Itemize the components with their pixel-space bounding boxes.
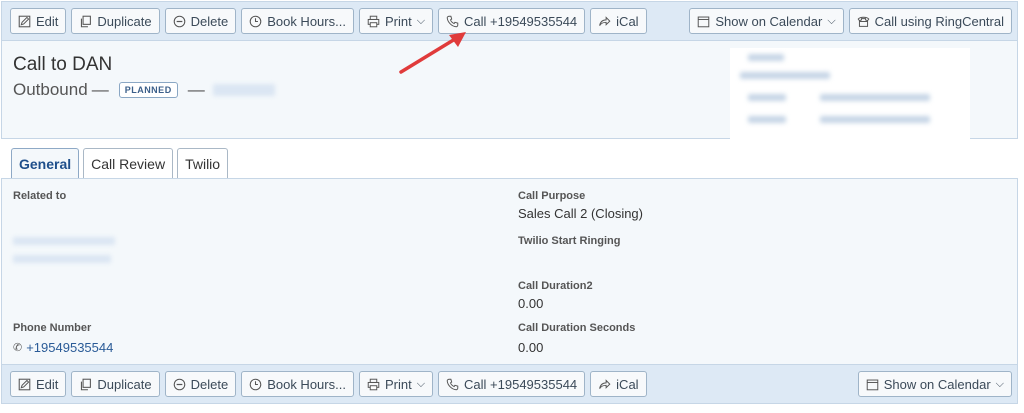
book-hours-button[interactable]: Book Hours... — [241, 371, 354, 397]
call-purpose-label: Call Purpose — [518, 190, 586, 202]
phone-number-link[interactable]: ✆ +19549535544 — [13, 340, 113, 355]
book-hours-label: Book Hours... — [267, 13, 346, 29]
redacted-info-panel — [730, 48, 970, 140]
ical-label: iCal — [616, 13, 639, 29]
related-to-label: Related to — [13, 190, 67, 202]
delete-label: Delete — [190, 13, 229, 29]
phone-icon — [446, 378, 459, 391]
chevron-down-icon: ⌵ — [416, 14, 426, 27]
call-button[interactable]: Call +19549535544 — [438, 371, 586, 397]
call-label: Call +19549535544 — [464, 13, 578, 29]
call-duration2-value: 0.00 — [518, 296, 544, 311]
edit-icon — [18, 15, 31, 28]
phone-icon: ✆ — [13, 342, 23, 354]
status-badge: PLANNED — [118, 82, 178, 98]
ical-button[interactable]: iCal — [590, 371, 647, 397]
phone-number-value: +19549535544 — [26, 340, 114, 355]
print-label: Print — [384, 376, 412, 392]
duplicate-label: Duplicate — [97, 376, 152, 392]
call-duration2-label: Call Duration2 — [518, 280, 593, 292]
printer-icon — [367, 15, 380, 28]
book-hours-button[interactable]: Book Hours... — [241, 8, 354, 34]
general-panel: Related to Phone Number ✆ +19549535544 C… — [1, 178, 1018, 364]
chevron-down-icon: ⌵ — [995, 377, 1004, 390]
delete-label: Delete — [190, 376, 229, 392]
chevron-down-icon: ⌵ — [827, 14, 836, 27]
printer-icon — [367, 378, 380, 391]
annotation-arrow-icon — [399, 32, 466, 74]
show-on-calendar-button[interactable]: Show on Calendar ⌵ — [689, 8, 844, 34]
redacted-related — [13, 237, 115, 245]
minus-circle-icon — [173, 15, 186, 28]
copy-icon — [79, 378, 92, 391]
share-icon — [598, 15, 611, 28]
tab-bar: General Call Review Twilio — [11, 148, 232, 178]
tab-twilio[interactable]: Twilio — [177, 148, 229, 178]
call-label: Call +19549535544 — [464, 376, 578, 392]
call-ringcentral-button[interactable]: Call using RingCentral — [848, 8, 1012, 34]
redacted-related — [13, 255, 111, 263]
calendar-icon — [866, 378, 879, 391]
ical-button[interactable]: iCal — [590, 8, 647, 34]
share-icon — [598, 378, 611, 391]
minus-circle-icon — [173, 378, 186, 391]
telephone-icon — [857, 15, 870, 28]
redacted-contact — [212, 84, 275, 96]
separator: — — [187, 80, 205, 99]
call-duration-seconds-value: 0.00 — [518, 340, 544, 355]
redacted-line — [748, 94, 786, 101]
edit-button[interactable]: Edit — [10, 371, 67, 397]
redacted-line — [820, 94, 930, 101]
edit-label: Edit — [36, 13, 59, 29]
top-toolbar: Edit Duplicate Delete Book Hours... Prin… — [1, 1, 1018, 41]
delete-button[interactable]: Delete — [164, 371, 237, 397]
book-hours-label: Book Hours... — [267, 376, 346, 392]
phone-number-label: Phone Number — [13, 322, 92, 334]
delete-button[interactable]: Delete — [164, 8, 237, 34]
bottom-toolbar: Edit Duplicate Delete Book Hours... Prin… — [1, 364, 1018, 404]
duplicate-label: Duplicate — [97, 13, 152, 29]
print-button[interactable]: Print ⌵ — [358, 371, 434, 397]
redacted-line — [820, 116, 930, 123]
print-label: Print — [384, 13, 412, 29]
edit-label: Edit — [36, 376, 59, 392]
tab-general[interactable]: General — [11, 148, 80, 178]
clock-icon — [249, 378, 262, 391]
show-on-calendar-label: Show on Calendar — [883, 376, 991, 392]
call-direction: Outbound — [13, 80, 88, 99]
chevron-down-icon: ⌵ — [416, 377, 426, 390]
duplicate-button[interactable]: Duplicate — [71, 8, 160, 34]
redacted-line — [748, 54, 784, 61]
clock-icon — [249, 15, 262, 28]
show-on-calendar-button[interactable]: Show on Calendar ⌵ — [857, 371, 1012, 397]
phone-icon — [446, 15, 459, 28]
record-subtitle: Outbound — PLANNED — — [13, 80, 275, 100]
separator: — — [91, 80, 109, 99]
duplicate-button[interactable]: Duplicate — [71, 371, 160, 397]
call-duration-seconds-label: Call Duration Seconds — [518, 322, 636, 334]
redacted-line — [748, 116, 786, 123]
show-on-calendar-label: Show on Calendar — [715, 13, 823, 29]
call-ringcentral-label: Call using RingCentral — [874, 13, 1004, 29]
redacted-line — [740, 72, 830, 79]
calendar-icon — [697, 15, 710, 28]
ical-label: iCal — [616, 376, 639, 392]
edit-icon — [18, 378, 31, 391]
edit-button[interactable]: Edit — [10, 8, 67, 34]
copy-icon — [79, 15, 92, 28]
page-title: Call to DAN — [13, 54, 113, 75]
tab-call-review[interactable]: Call Review — [83, 148, 174, 178]
twilio-start-ringing-label: Twilio Start Ringing — [518, 235, 621, 247]
call-purpose-value: Sales Call 2 (Closing) — [518, 206, 643, 221]
